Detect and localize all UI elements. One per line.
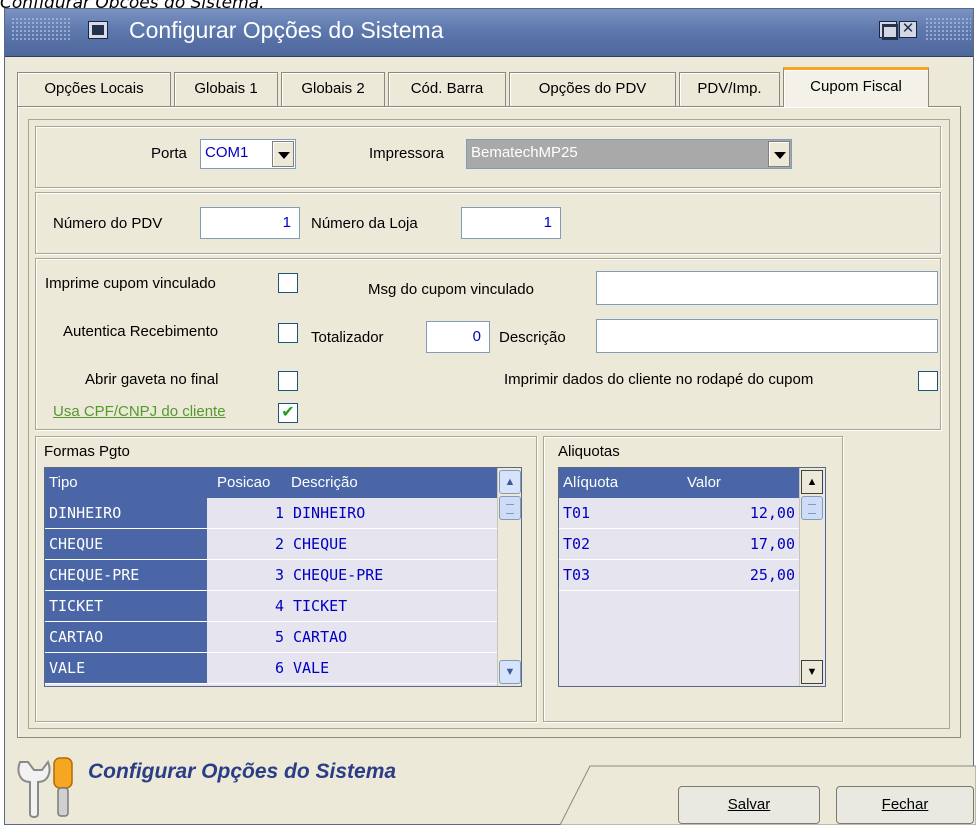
formas-pgto-scrollbar[interactable]: ▲ ▼ <box>497 468 521 686</box>
scroll-down-icon[interactable]: ▼ <box>499 660 521 684</box>
titlebar-grip-right <box>925 17 971 41</box>
column-header-descricao[interactable]: Descrição <box>291 474 358 491</box>
numero-loja-field[interactable]: 1 <box>461 207 561 239</box>
autentica-checkbox[interactable] <box>278 323 298 343</box>
msg-cupom-field[interactable] <box>596 271 938 305</box>
autentica-label: Autentica Recebimento <box>63 323 219 340</box>
imprimir-dados-checkbox[interactable] <box>918 371 938 391</box>
numero-pdv-label: Número do PDV <box>53 215 163 232</box>
aliquotas-scrollbar[interactable]: ▲ ▼ <box>799 468 823 686</box>
numero-loja-label: Número da Loja <box>311 215 418 232</box>
impressora-value: BematechMP25 <box>471 144 578 161</box>
chevron-down-icon[interactable] <box>272 141 294 167</box>
pdv-number-group: Número do PDV 1 Número da Loja 1 <box>35 192 941 254</box>
cupom-options-group: Imprime cupom vinculado Msg do cupom vin… <box>35 258 941 430</box>
abrir-gaveta-label: Abrir gaveta no final <box>85 371 219 388</box>
table-row[interactable]: T03 25,00 <box>559 560 799 591</box>
table-row[interactable]: VALE 6 VALE <box>45 653 497 684</box>
settings-window: Configurar Opções do Sistema ✕ Opções Lo… <box>4 8 974 825</box>
tab-opcoes-pdv[interactable]: Opções do PDV <box>509 72 676 106</box>
impressora-label: Impressora <box>369 145 445 162</box>
tab-globais-1[interactable]: Globais 1 <box>174 72 278 106</box>
aliquotas-title: Aliquotas <box>558 443 620 460</box>
table-row[interactable]: TICKET 4 TICKET <box>45 591 497 622</box>
porta-label: Porta <box>151 145 187 162</box>
imprimir-dados-label: Imprimir dados do cliente no rodapé do c… <box>504 371 814 388</box>
title-bar[interactable]: Configurar Opções do Sistema ✕ <box>5 9 973 57</box>
formas-pgto-title: Formas Pgto <box>44 443 130 460</box>
column-header-tipo[interactable]: Tipo <box>49 474 78 491</box>
fechar-button[interactable]: Fechar <box>836 786 974 824</box>
porta-select[interactable]: COM1 <box>200 139 296 169</box>
aliquotas-header: Alíquota Valor <box>559 468 799 498</box>
tab-panel-cupom-fiscal: Porta COM1 Impressora BematechMP25 Númer… <box>17 106 961 738</box>
aliquotas-grid[interactable]: Alíquota Valor T01 12,00 T02 17,00 T03 25,0… <box>558 467 826 687</box>
totalizador-field[interactable]: 0 <box>426 321 490 353</box>
table-row[interactable]: T01 12,00 <box>559 498 799 529</box>
window-title: Configurar Opções do Sistema <box>129 17 444 43</box>
porta-value: COM1 <box>205 144 249 161</box>
restore-icon[interactable] <box>879 21 898 40</box>
formas-pgto-grid[interactable]: Tipo Posicao Descrição DINHEIRO 1 DINHEIRO… <box>44 467 522 687</box>
numero-pdv-field[interactable]: 1 <box>200 207 300 239</box>
scroll-down-icon[interactable]: ▼ <box>801 660 823 684</box>
descricao-label: Descrição <box>499 329 566 346</box>
tab-cupom-fiscal[interactable]: Cupom Fiscal <box>783 67 929 107</box>
table-row[interactable]: T02 17,00 <box>559 529 799 560</box>
table-row[interactable]: CHEQUE 2 CHEQUE <box>45 529 497 560</box>
column-header-valor[interactable]: Valor <box>687 474 721 491</box>
column-header-posicao[interactable]: Posicao <box>217 474 270 491</box>
panel-inner-frame: Porta COM1 Impressora BematechMP25 Númer… <box>28 119 950 729</box>
table-row[interactable]: CHEQUE-PRE 3 CHEQUE-PRE <box>45 560 497 591</box>
close-icon[interactable]: ✕ <box>899 21 917 38</box>
salvar-button[interactable]: Salvar <box>678 786 820 824</box>
imprime-cupom-checkbox[interactable] <box>278 273 298 293</box>
footer-title: Configurar Opções do Sistema <box>88 760 397 783</box>
table-row[interactable]: CARTAO 5 CARTAO <box>45 622 497 653</box>
chevron-down-icon[interactable] <box>768 141 790 167</box>
aliquotas-group: Aliquotas Alíquota Valor T01 12,00 T02 17,… <box>543 436 843 722</box>
descricao-field[interactable] <box>596 319 938 353</box>
printer-group: Porta COM1 Impressora BematechMP25 <box>35 126 941 188</box>
tab-cod-barra[interactable]: Cód. Barra <box>388 72 506 106</box>
formas-pgto-header: Tipo Posicao Descrição <box>45 468 497 498</box>
scroll-thumb[interactable] <box>801 496 823 520</box>
window-menu-icon[interactable] <box>88 21 108 39</box>
scroll-thumb[interactable] <box>499 496 521 520</box>
column-header-aliquota[interactable]: Alíquota <box>563 474 618 491</box>
usa-cpf-checkbox[interactable]: ✔ <box>278 403 298 423</box>
impressora-select[interactable]: BematechMP25 <box>466 139 792 169</box>
tab-opcoes-locais[interactable]: Opções Locais <box>17 72 171 106</box>
titlebar-grip-left <box>11 17 71 41</box>
tab-pdv-imp[interactable]: PDV/Imp. <box>679 72 780 106</box>
imprime-cupom-label: Imprime cupom vinculado <box>45 275 216 292</box>
tools-icon <box>17 757 73 818</box>
scroll-up-icon[interactable]: ▲ <box>499 470 521 494</box>
checkmark-icon: ✔ <box>281 404 295 421</box>
table-row[interactable]: DINHEIRO 1 DINHEIRO <box>45 498 497 529</box>
abrir-gaveta-checkbox[interactable] <box>278 371 298 391</box>
usa-cpf-label[interactable]: Usa CPF/CNPJ do cliente <box>53 403 226 420</box>
totalizador-label: Totalizador <box>311 329 384 346</box>
tab-globais-2[interactable]: Globais 2 <box>281 72 385 106</box>
scroll-up-icon[interactable]: ▲ <box>801 470 823 494</box>
formas-pgto-group: Formas Pgto Tipo Posicao Descrição DINHE… <box>35 436 537 722</box>
msg-cupom-label: Msg do cupom vinculado <box>368 281 534 298</box>
